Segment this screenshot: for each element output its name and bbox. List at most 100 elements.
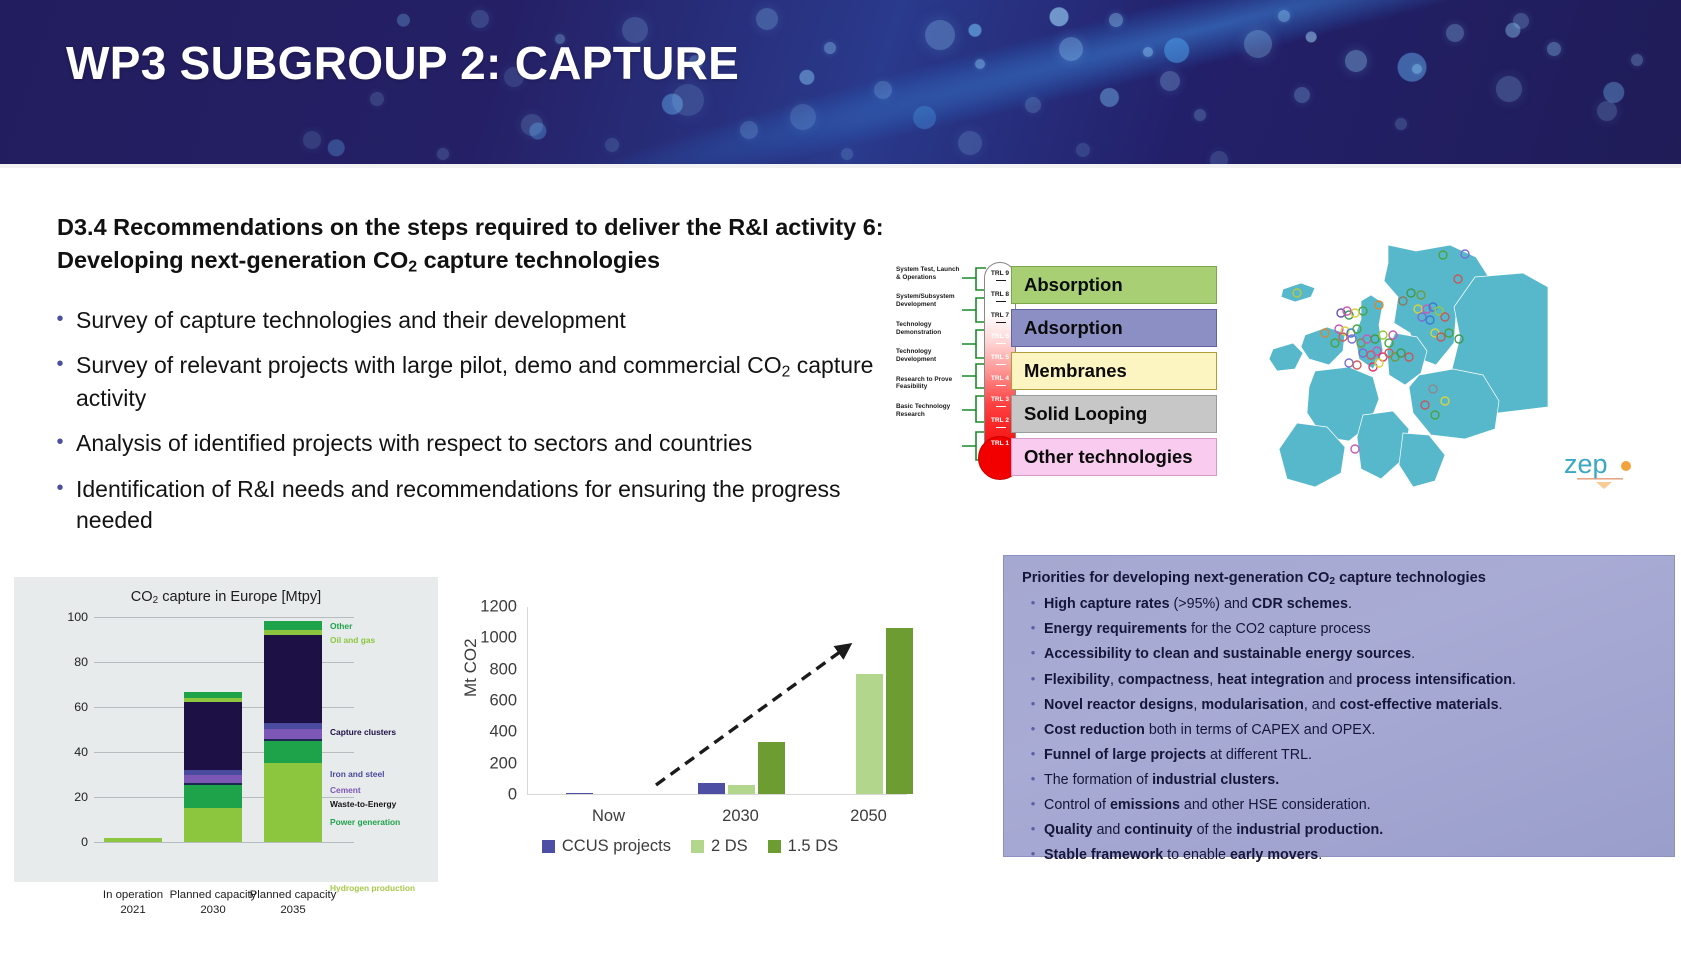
chart2-y-tick-label: 0 bbox=[507, 785, 517, 804]
trl-stage-label-column: System Test, Launch & Operations System/S… bbox=[896, 266, 962, 431]
priority-list-item: • Cost reduction both in terms of CAPEX a… bbox=[1022, 720, 1656, 741]
priority-emphasis: Cost reduction bbox=[1044, 721, 1145, 738]
bokeh-dot bbox=[1596, 100, 1617, 121]
chart2-growth-arrow-icon bbox=[655, 643, 853, 787]
trl-tick bbox=[996, 280, 1006, 282]
chart1-bar-segment-cement bbox=[184, 775, 242, 783]
headline-line-1: D3.4 Recommendations on the steps requir… bbox=[57, 214, 884, 240]
bokeh-dot bbox=[437, 147, 450, 160]
priority-list-item: • Funnel of large projects at different T… bbox=[1022, 745, 1656, 766]
priority-plain: and bbox=[1092, 822, 1125, 839]
chart1-plot-area: 0 20 40 60 80 100 In operation 2021 Planned capa… bbox=[67, 610, 415, 916]
priority-plain: for the CO2 capture process bbox=[1187, 621, 1371, 638]
priority-bullet-icon: • bbox=[1030, 720, 1036, 736]
priority-bullet-icon: • bbox=[1030, 771, 1036, 786]
chart1-bar-segment-hydrogen-production bbox=[264, 763, 322, 842]
priority-plain: . bbox=[1347, 596, 1352, 613]
chart1-y-tick-label: 60 bbox=[74, 700, 88, 714]
technology-box-adsorption[interactable]: Adsorption bbox=[1011, 309, 1217, 347]
bokeh-dot bbox=[1059, 36, 1084, 61]
priority-emphasis: Quality bbox=[1044, 822, 1093, 839]
priority-emphasis: early movers bbox=[1229, 847, 1319, 864]
chart1-legend-entry: Iron and steel bbox=[330, 769, 385, 779]
bullet-text: Survey of capture technologies and their… bbox=[76, 307, 626, 333]
chart-co2-capture-europe: CO2 capture in Europe [Mtpy] 0 20 40 60 80 10… bbox=[14, 577, 438, 916]
technology-box-other-technologies[interactable]: Other technologies bbox=[1011, 438, 1217, 476]
bullet-text: Identification of R&I needs and recommen… bbox=[76, 475, 841, 533]
trl-tick bbox=[996, 406, 1006, 408]
bullet-list: • Survey of capture technologies and the… bbox=[44, 305, 924, 550]
zep-logo-dot bbox=[1621, 461, 1631, 471]
priority-list-item: • Flexibility, compactness, heat integrat… bbox=[1022, 670, 1656, 691]
bokeh-dot bbox=[958, 131, 983, 156]
chart2-legend-swatch bbox=[541, 840, 555, 853]
priority-text: High capture rates (>95%) and CDR scheme… bbox=[1044, 594, 1352, 615]
chart1-y-tick-label: 20 bbox=[74, 790, 88, 804]
headline-line-2b: capture technologies bbox=[417, 246, 661, 273]
priority-text: The formation of industrial clusters. bbox=[1044, 770, 1279, 791]
chart2-legend-swatch bbox=[690, 840, 704, 853]
chart1-legend-entry: Oil and gas bbox=[330, 635, 376, 645]
trl-tick bbox=[996, 301, 1006, 303]
priority-text: Funnel of large projects at different TR… bbox=[1044, 745, 1312, 766]
bokeh-dot bbox=[1496, 75, 1523, 102]
chart2-x-tick-label: 2030 bbox=[722, 807, 759, 825]
priority-plain: and bbox=[1324, 671, 1357, 688]
priority-emphasis: Stable framework bbox=[1044, 847, 1164, 864]
chart1-title-b: capture in Europe [Mtpy] bbox=[158, 589, 322, 605]
chart1-bar-segment-power-generation bbox=[264, 740, 322, 764]
trl-stage-label: System/Subsystem Development bbox=[896, 293, 955, 309]
chart1-stacked-bar bbox=[264, 621, 322, 842]
priority-text: Accessibility to clean and sustainable e… bbox=[1044, 644, 1415, 665]
priority-emphasis: CDR schemes bbox=[1251, 596, 1348, 613]
priority-plain: Control of bbox=[1044, 797, 1110, 814]
priority-list-item: • Quality and continuity of the industria… bbox=[1022, 820, 1656, 841]
priority-emphasis: heat integration bbox=[1217, 671, 1325, 688]
chart1-legend-entry: Power generation bbox=[330, 817, 401, 827]
priority-emphasis: Funnel of large projects bbox=[1044, 746, 1207, 763]
priority-plain: at different TRL. bbox=[1206, 746, 1313, 763]
priorities-panel: Priorities for developing next-generatio… bbox=[1003, 555, 1675, 863]
banner-bottom-rule bbox=[0, 164, 1681, 168]
bokeh-dot bbox=[840, 147, 853, 160]
bullet-dot-icon: • bbox=[56, 476, 64, 499]
chart2-legend-item: 1.5 DS bbox=[767, 837, 838, 856]
priority-emphasis: Energy requirements bbox=[1044, 621, 1188, 638]
technology-box-membranes[interactable]: Membranes bbox=[1011, 352, 1217, 390]
trl-stage-label: System Test, Launch & Operations bbox=[896, 266, 960, 281]
trl-tick bbox=[996, 427, 1006, 429]
chart2-legend-item: CCUS projects bbox=[541, 837, 671, 856]
priority-emphasis: High capture rates bbox=[1044, 596, 1170, 613]
bullet-dot-icon: • bbox=[56, 431, 64, 454]
chart1-bar-segment-other bbox=[264, 621, 322, 631]
priorities-list: • High capture rates (>95%) and CDR schem… bbox=[1022, 594, 1656, 866]
bokeh-dot bbox=[874, 80, 893, 99]
priority-bullet-icon: • bbox=[1030, 670, 1036, 686]
bokeh-dot bbox=[739, 120, 758, 139]
map-svg bbox=[1268, 244, 1548, 488]
bokeh-dot bbox=[924, 20, 955, 51]
priority-bullet-icon: • bbox=[1030, 796, 1036, 812]
technology-box-solid-looping[interactable]: Solid Looping bbox=[1011, 395, 1217, 433]
priority-text: Novel reactor designs, modularisation, a… bbox=[1044, 695, 1503, 716]
chart1-bar-segment-power-generation bbox=[184, 784, 242, 809]
bokeh-dot bbox=[1445, 23, 1464, 42]
priority-emphasis: industrial clusters. bbox=[1152, 772, 1280, 788]
priority-plain: to enable bbox=[1163, 847, 1230, 864]
bullet-text-part-a: Survey of relevant projects with large p… bbox=[76, 352, 782, 379]
priority-plain: , bbox=[1109, 671, 1118, 688]
bullet-text: Analysis of identified projects with res… bbox=[76, 430, 753, 457]
technology-box-absorption[interactable]: Absorption bbox=[1011, 266, 1217, 304]
bokeh-dot bbox=[605, 137, 620, 152]
priority-list-item: • Novel reactor designs, modularisation, … bbox=[1022, 695, 1656, 716]
zep-logo: zep bbox=[1563, 447, 1641, 489]
chart1-y-tick-label: 40 bbox=[74, 745, 88, 759]
bokeh-dot bbox=[1075, 142, 1090, 157]
title-banner: WP3 SUBGROUP 2: CAPTURE bbox=[0, 0, 1681, 168]
chart2-legend-item: 2 DS bbox=[690, 837, 748, 856]
priority-plain: both in terms of CAPEX and OPEX. bbox=[1144, 721, 1376, 738]
chart2-bar-2-ds bbox=[856, 674, 883, 794]
chart1-bar-segment-hydrogen-production bbox=[184, 808, 242, 842]
chart1-bar-segment-capture-clusters bbox=[184, 702, 242, 770]
chart1-x-label-year: 2035 bbox=[280, 903, 306, 916]
